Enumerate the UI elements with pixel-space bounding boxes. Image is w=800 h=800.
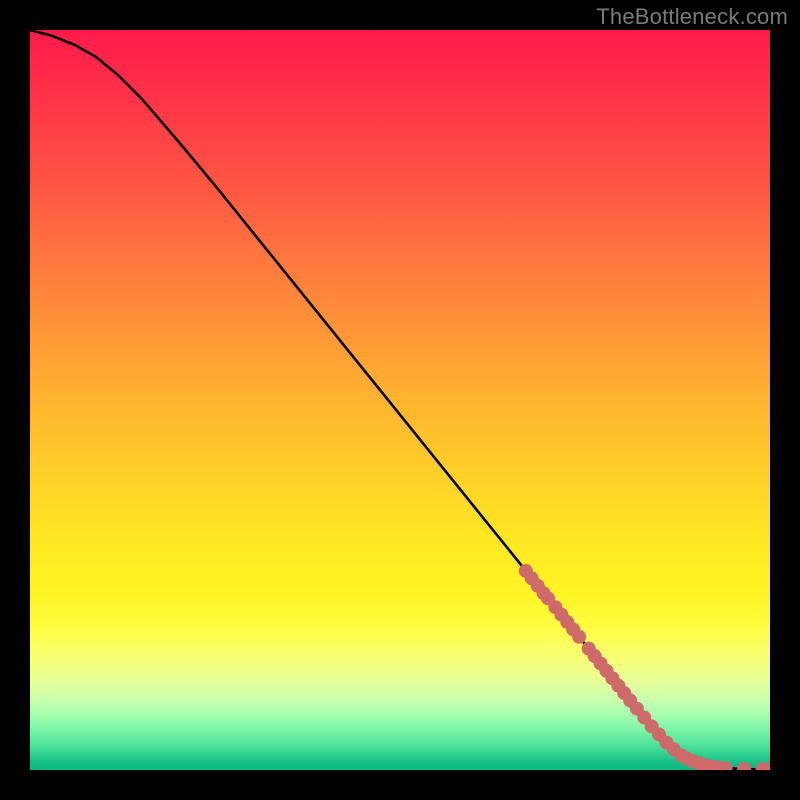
watermark-text: TheBottleneck.com — [596, 4, 788, 30]
curve-svg — [30, 30, 770, 770]
data-marker — [737, 762, 751, 770]
plot-area — [30, 30, 770, 770]
data-markers — [519, 564, 770, 770]
bottleneck-curve — [30, 30, 770, 769]
data-marker — [572, 630, 586, 644]
chart-frame: TheBottleneck.com — [0, 0, 800, 800]
